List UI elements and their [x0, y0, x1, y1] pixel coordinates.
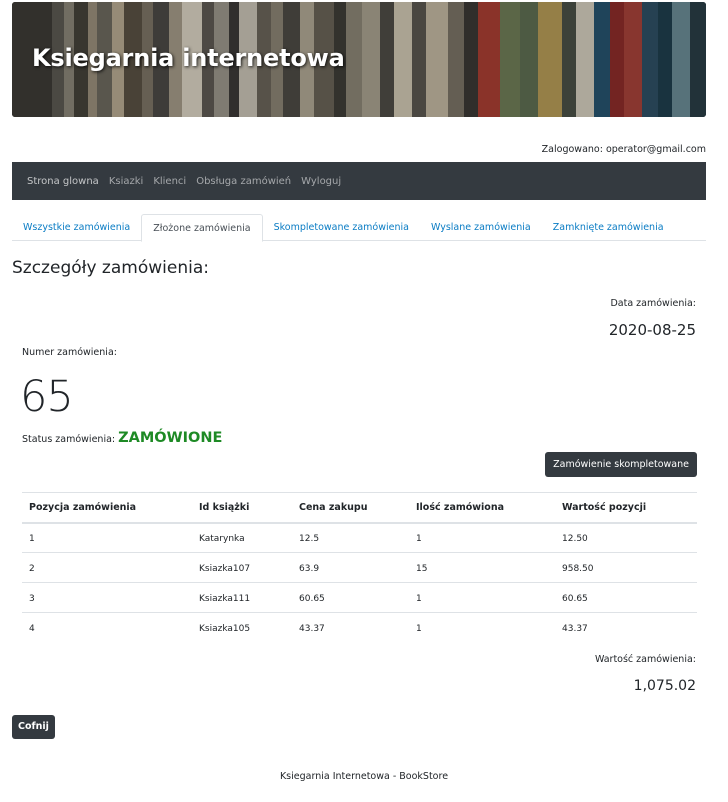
table-cell: Ksiazka111: [192, 582, 292, 613]
table-cell: 60.65: [292, 582, 409, 613]
order-total-label: Wartość zamówienia:: [594, 654, 696, 665]
table-cell: 1: [416, 623, 422, 634]
table-cell: Ksiazka105: [199, 623, 251, 634]
tab-completed-orders[interactable]: Skompletowane zamówienia: [263, 214, 420, 241]
order-status-tabs: Wszystkie zamówienia Złożone zamówienia …: [12, 214, 706, 242]
table-cell: 43.37: [299, 623, 325, 634]
logged-in-user: Zalogowano: operator@gmail.com: [541, 144, 706, 155]
table-cell: 1: [409, 522, 555, 553]
tab-placed-orders[interactable]: Złożone zamówienia: [141, 214, 263, 242]
table-cell: 12.5: [292, 522, 409, 553]
nav-logout[interactable]: Wyloguj: [301, 176, 341, 187]
table-cell: 1: [409, 582, 555, 613]
table-row: 2 Ksiazka107 63.9 15 958.50: [22, 552, 697, 583]
table-cell: 958.50: [555, 552, 697, 583]
order-items-table: Pozycja zamówienia Id książki Cena zakup…: [22, 492, 697, 643]
main-navbar: Strona glowna Ksiazki Klienci Obsługa za…: [12, 162, 706, 200]
order-date-value: 2020-08-25: [608, 321, 696, 339]
table-cell: Katarynka: [192, 522, 292, 553]
header-banner: Ksiegarnia internetowa: [12, 2, 706, 117]
mark-completed-button[interactable]: Zamówienie skompletowane: [545, 452, 697, 477]
table-cell: 3: [22, 582, 192, 613]
order-number-label: Numer zamówienia:: [22, 347, 117, 358]
table-cell: 43.37: [562, 623, 588, 634]
table-row: 1 Katarynka 12.5 1 12.50: [22, 522, 697, 553]
column-header: Pozycja zamówienia: [22, 492, 192, 524]
order-status-label: Status zamówienia:: [22, 434, 119, 445]
tab-all-orders[interactable]: Wszystkie zamówienia: [12, 214, 141, 241]
table-row: 3 Ksiazka111 60.65 1 60.65: [22, 582, 697, 613]
order-status: Status zamówienia: ZAMÓWIONE: [22, 430, 222, 446]
column-header: Id książki: [192, 492, 292, 524]
table-header-row: Pozycja zamówienia Id książki Cena zakup…: [22, 492, 697, 524]
column-header: Wartość pozycji: [555, 492, 697, 524]
tab-sent-orders[interactable]: Wyslane zamówienia: [420, 214, 542, 241]
order-status-value: ZAMÓWIONE: [118, 430, 223, 446]
table-cell: 12.50: [555, 522, 697, 553]
table-cell: Ksiazka107: [192, 552, 292, 583]
order-total-value: 1,075.02: [633, 678, 696, 694]
nav-books[interactable]: Ksiazki: [109, 176, 144, 187]
table-cell: 60.65: [555, 582, 697, 613]
table-cell: 15: [409, 552, 555, 583]
tab-closed-orders[interactable]: Zamknięte zamówienia: [542, 214, 675, 241]
table-cell: 63.9: [292, 552, 409, 583]
page-title: Szczegóły zamówienia:: [12, 258, 209, 278]
order-number-value: 65: [20, 372, 74, 422]
order-date-label: Data zamówienia:: [610, 298, 696, 309]
column-header: Ilość zamówiona: [409, 492, 555, 524]
nav-clients[interactable]: Klienci: [153, 176, 186, 187]
site-title: Ksiegarnia internetowa: [32, 44, 345, 72]
table-cell: 2: [22, 552, 192, 583]
table-cell: 4: [29, 623, 35, 634]
back-button[interactable]: Cofnij: [12, 715, 55, 739]
nav-orders[interactable]: Obsługa zamówień: [196, 176, 291, 187]
table-row: 4 Ksiazka105 43.37 1 43.37: [22, 613, 697, 643]
column-header: Cena zakupu: [292, 492, 409, 524]
nav-home[interactable]: Strona glowna: [27, 176, 99, 187]
footer-text: Ksiegarnia Internetowa - BookStore: [279, 771, 449, 782]
table-cell: 1: [22, 522, 192, 553]
